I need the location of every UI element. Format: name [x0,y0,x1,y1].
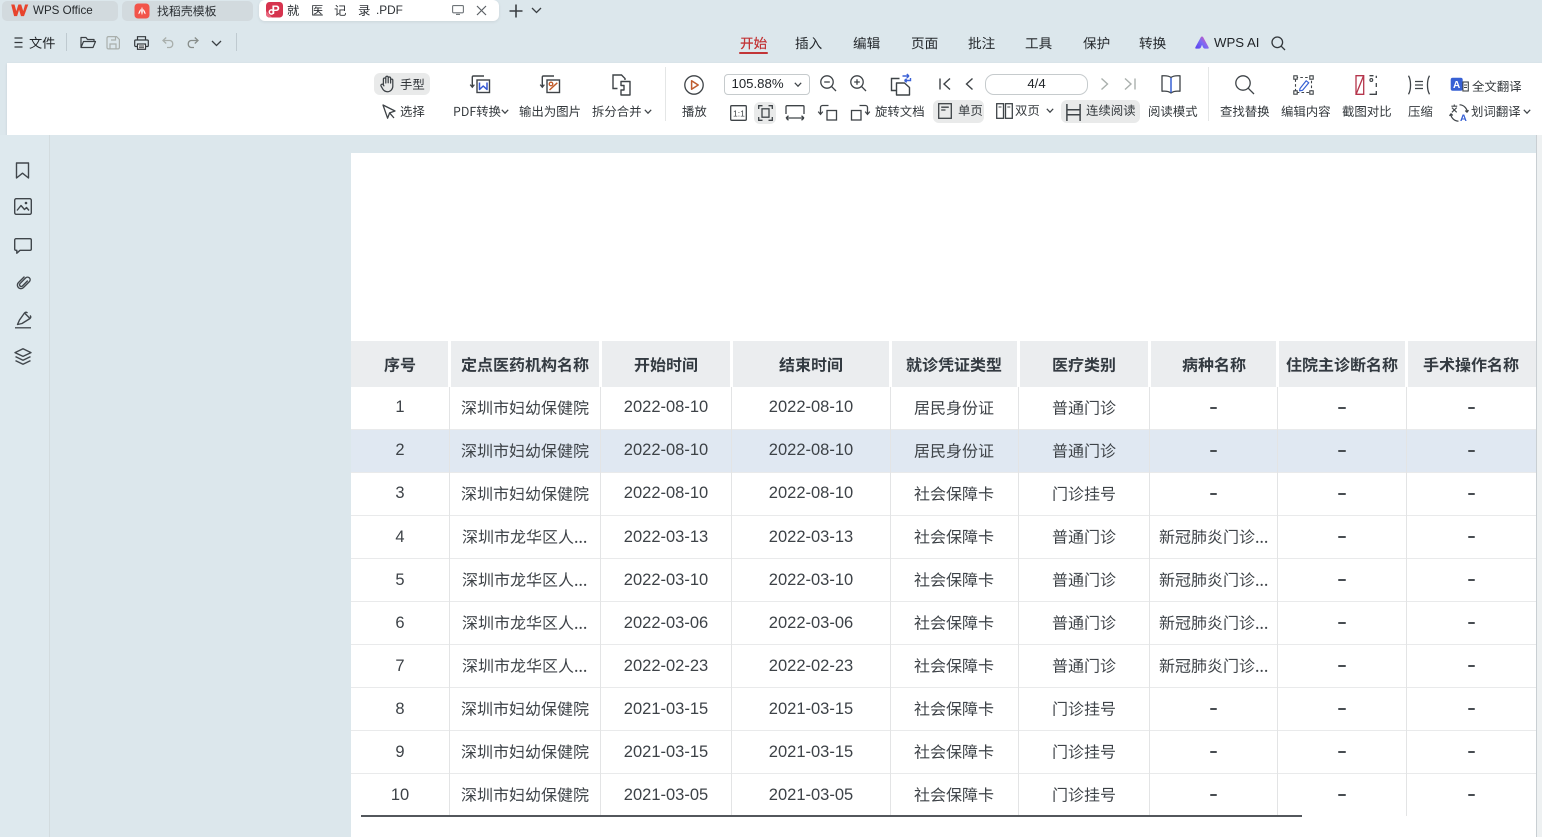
svg-text:A: A [1453,80,1460,91]
svg-text:A: A [1460,113,1467,124]
svg-text:1:1: 1:1 [733,108,745,118]
